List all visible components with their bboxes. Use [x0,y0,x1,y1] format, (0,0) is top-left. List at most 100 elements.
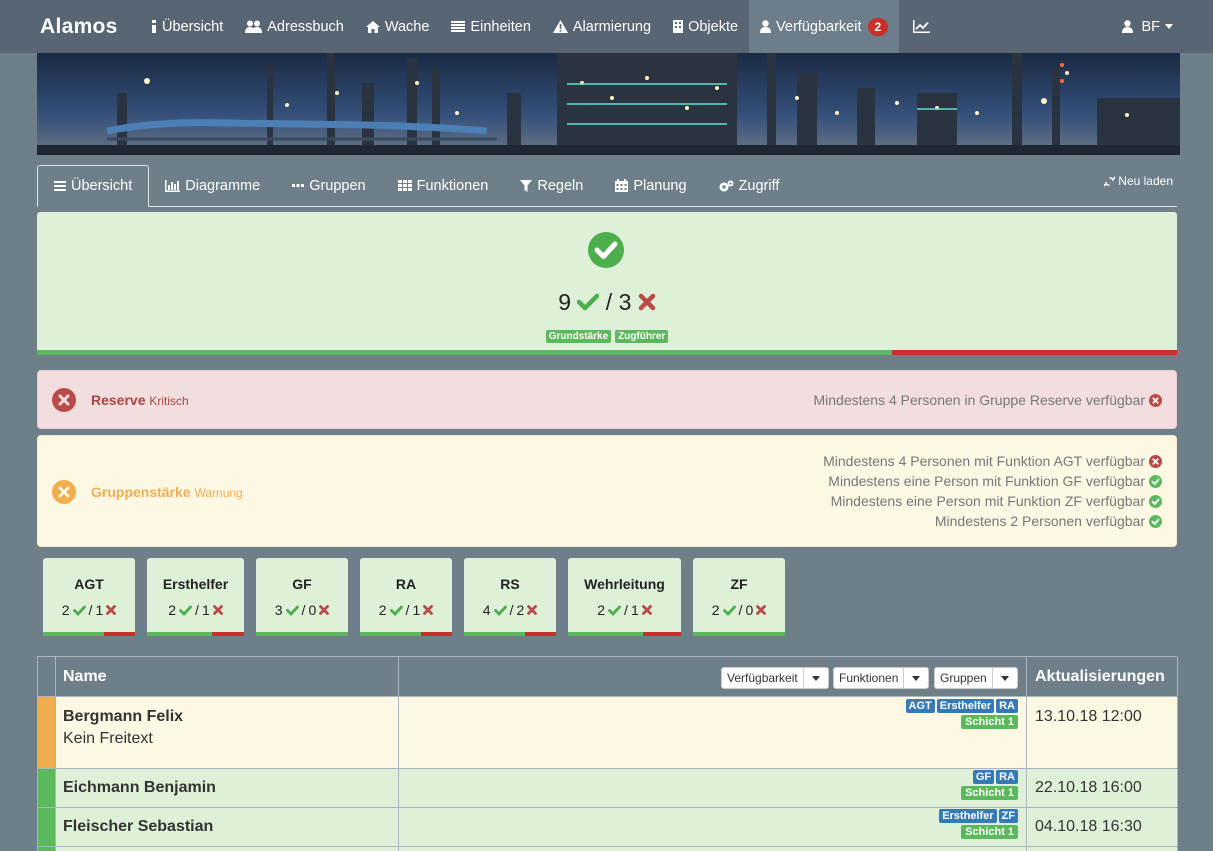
function-label: AGT [905,699,935,713]
function-progress-bar [360,632,452,636]
nav-uebersicht[interactable]: Übersicht [140,0,234,53]
times-icon [423,605,434,615]
filter-funktionen[interactable]: Funktionen [833,667,930,689]
tab-zugriff[interactable]: Zugriff [703,165,796,206]
progress-unavailable [211,632,244,636]
users-icon [245,20,263,33]
filter-gruppen[interactable]: Gruppen [934,667,1018,689]
count-separator: / [605,289,613,315]
rule-text: Mindestens eine Person mit Funktion ZF v… [830,493,1145,509]
table-row[interactable]: Fleischer Sebastian Ersthelfer ZF Schich… [38,808,1178,847]
function-card-ra[interactable]: RA 2 / 1 [360,558,452,636]
rule-item: Mindestens 2 Personen verfügbar [823,511,1162,531]
alert-gruppenstaerke: Gruppenstärke Warnung Mindestens 4 Perso… [37,435,1177,547]
function-name: RA [395,576,417,592]
tab-funktionen[interactable]: Funktionen [382,165,505,206]
rule-item: Mindestens 4 Personen in Gruppe Reserve … [813,390,1162,410]
nav-label: Einheiten [470,18,531,35]
function-counts: 2 / 1 [568,602,681,618]
status-strip [38,697,55,768]
tab-label: Regeln [537,177,584,194]
progress-available [43,632,105,636]
nav-statistics[interactable] [899,0,949,53]
tab-regeln[interactable]: Regeln [504,165,599,206]
table-row[interactable] [38,847,1178,851]
nav-label: Wache [384,18,430,35]
ellipsis-icon [292,184,305,187]
alert-group-name: Reserve [91,392,146,408]
brand-logo[interactable]: Alamos [0,0,140,53]
filter-label: Verfügbarkeit [722,668,804,688]
home-icon [365,20,380,33]
function-name: GF [292,576,312,592]
filter-verfuegbarkeit[interactable]: Verfügbarkeit [721,667,829,689]
function-card-rs[interactable]: RS 4 / 2 [464,558,556,636]
filter-label: Funktionen [834,668,905,688]
function-card-zf[interactable]: ZF 2 / 0 [693,558,785,636]
rule-text: Mindestens 4 Personen in Gruppe Reserve … [813,392,1145,408]
caret-down-icon [993,668,1017,688]
times-icon [212,605,223,615]
available-count: 9 [558,289,572,315]
function-card-ersthelfer[interactable]: Ersthelfer 2 / 1 [147,558,244,636]
table-row[interactable]: Bergmann Felix Kein Freitext AGT Ersthel… [38,697,1178,769]
progress-available [147,632,212,636]
nav-label: Übersicht [162,18,224,35]
person-tags: GF RA Schicht 1 [961,770,1018,802]
function-card-agt[interactable]: AGT 2 / 1 [43,558,135,636]
info-icon [152,20,156,33]
group-label: Schicht 1 [961,825,1018,839]
tab-planung[interactable]: Planung [599,165,702,206]
function-counts: 4 / 2 [464,602,556,618]
alert-rules: Mindestens 4 Personen mit Funktion AGT v… [823,451,1162,531]
nav-verfuegbarkeit[interactable]: Verfügbarkeit 2 [749,0,900,53]
top-navbar: Alamos Übersicht Adressbuch Wache Einhei… [0,0,1213,53]
table-row[interactable]: Eichmann Benjamin GF RA Schicht 1 22.10.… [38,769,1178,808]
progress-unavailable [892,350,1177,355]
nav-label: Verfügbarkeit [776,18,862,35]
person-name: Fleischer Sebastian [63,818,214,835]
function-progress-bar [568,632,681,636]
function-label: ZF [998,809,1018,823]
tab-uebersicht[interactable]: Übersicht [37,165,150,207]
personnel-table: Name Verfügbarkeit Funktionen Gruppen Ak… [37,656,1178,851]
tab-label: Diagramme [185,177,261,194]
tab-diagramme[interactable]: Diagramme [149,165,276,206]
column-header-name[interactable]: Name [63,657,107,697]
nav-adressbuch[interactable]: Adressbuch [234,0,355,53]
reload-label: Neu laden [1118,174,1173,188]
function-counts: 2 / 1 [360,602,452,618]
nav-einheiten[interactable]: Einheiten [440,0,541,53]
bars-icon [54,181,66,191]
banner-image [37,53,1180,155]
unavailable-count: 3 [618,289,632,315]
status-label: Grundstärke [545,330,612,343]
calendar-icon [615,179,629,192]
nav-label: Objekte [688,18,739,35]
progress-available [256,632,348,636]
building-icon [673,20,684,33]
tab-label: Zugriff [738,177,780,194]
reload-button[interactable]: Neu laden [1104,174,1173,188]
status-label: Zugführer [615,330,669,343]
times-circle-icon [52,388,76,412]
group-label: Schicht 1 [961,786,1018,800]
nav-alarmierung[interactable]: Alarmierung [542,0,662,53]
line-chart-icon [913,20,931,33]
nav-objekte[interactable]: Objekte [662,0,749,53]
function-counts: 2 / 1 [43,602,135,618]
nav-wache[interactable]: Wache [355,0,441,53]
progress-unavailable [104,632,135,636]
bar-chart-icon [165,179,181,192]
function-available: 3 [274,602,283,618]
refresh-icon [1104,175,1116,187]
function-available: 2 [597,602,606,618]
progress-available [360,632,422,636]
tab-gruppen[interactable]: Gruppen [276,165,381,206]
function-card-gf[interactable]: GF 3 / 0 [256,558,348,636]
function-card-wehrleitung[interactable]: Wehrleitung 2 / 1 [568,558,681,636]
column-header-updates[interactable]: Aktualisierungen [1035,657,1165,697]
user-menu[interactable]: BF [1122,0,1173,53]
status-strip [38,847,55,851]
group-label: Schicht 1 [961,715,1018,729]
